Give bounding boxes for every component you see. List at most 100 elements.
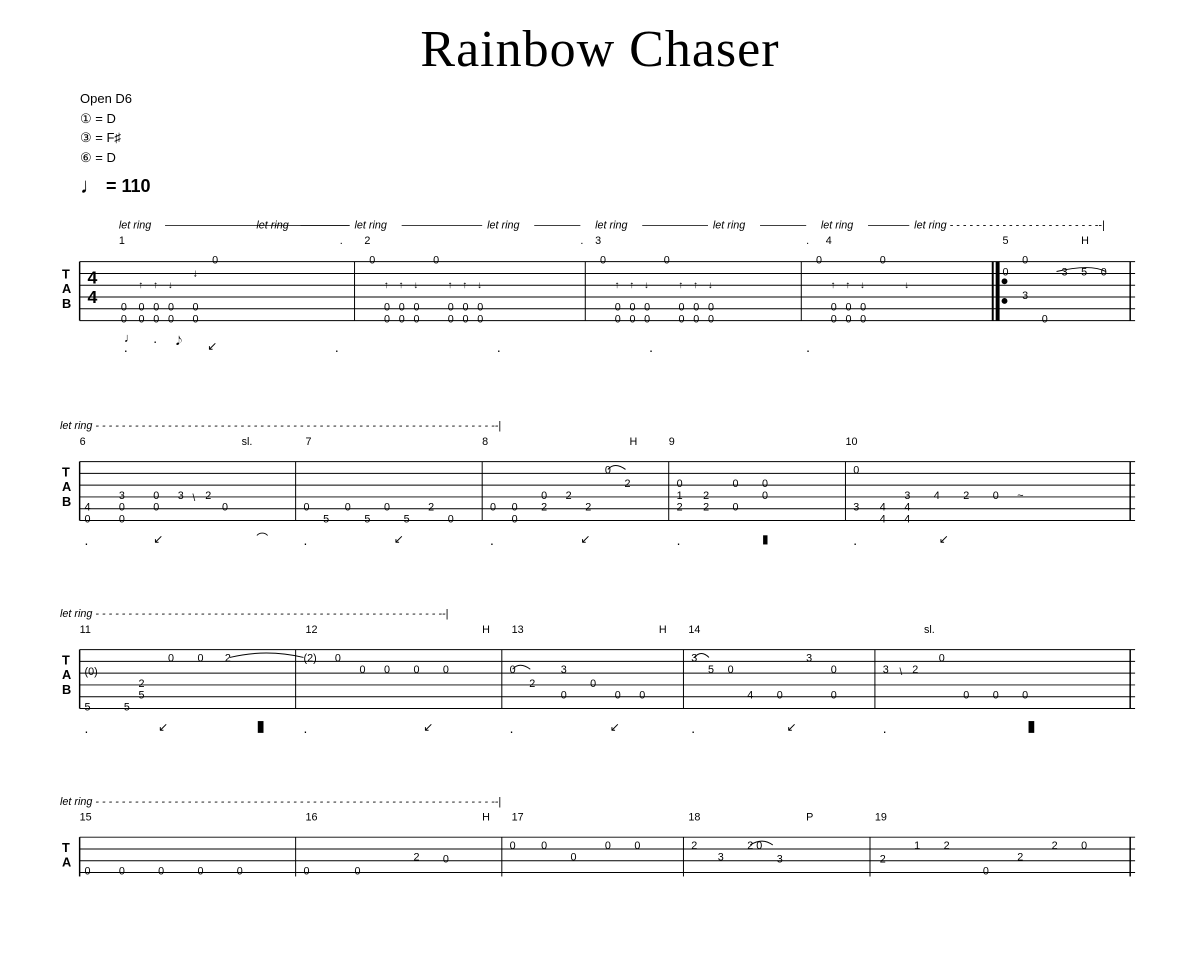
svg-text:12: 12 — [305, 624, 317, 636]
svg-text:0: 0 — [510, 664, 516, 676]
page: Rainbow Chaser Open D6 ① = D ③ = F♯ ⑥ = … — [0, 0, 1200, 955]
svg-text:0: 0 — [448, 314, 454, 326]
svg-text:.: . — [85, 721, 89, 736]
svg-text:0: 0 — [212, 255, 218, 267]
svg-text:0: 0 — [639, 690, 645, 702]
svg-text:0: 0 — [512, 502, 518, 514]
svg-text:↙: ↙ — [153, 533, 163, 546]
svg-text:↓: ↓ — [193, 267, 198, 279]
svg-text:3: 3 — [718, 852, 724, 864]
svg-text:3: 3 — [691, 652, 697, 664]
svg-text:0: 0 — [845, 302, 851, 314]
svg-text:↑: ↑ — [831, 280, 836, 291]
svg-text:0: 0 — [845, 314, 851, 326]
svg-text:0: 0 — [860, 302, 866, 314]
svg-text:0: 0 — [708, 302, 714, 314]
svg-text:0: 0 — [605, 464, 611, 476]
svg-text:T: T — [62, 840, 70, 855]
svg-text:\: \ — [899, 667, 902, 678]
svg-text:0: 0 — [728, 664, 734, 676]
svg-text:0: 0 — [153, 302, 159, 314]
svg-text:0: 0 — [153, 502, 159, 514]
tuning-info: Open D6 ① = D ③ = F♯ ⑥ = D — [80, 89, 1140, 167]
svg-text:0: 0 — [197, 652, 203, 664]
svg-text:.: . — [806, 340, 810, 355]
svg-text:0: 0 — [816, 255, 822, 267]
tab-system-4: let ring - - - - - - - - - - - - - - - -… — [60, 792, 1140, 907]
svg-text:A: A — [62, 281, 71, 296]
svg-text:0: 0 — [345, 502, 351, 514]
svg-text:0: 0 — [359, 664, 365, 676]
svg-text:4: 4 — [826, 235, 832, 247]
svg-text:0: 0 — [237, 865, 243, 877]
svg-text:↙: ↙ — [580, 533, 590, 546]
svg-text:0: 0 — [384, 302, 390, 314]
svg-text:17: 17 — [512, 811, 524, 823]
svg-text:2: 2 — [529, 678, 535, 690]
svg-text:↓: ↓ — [168, 280, 173, 291]
svg-text:0: 0 — [983, 865, 989, 877]
svg-text:2: 2 — [944, 840, 950, 852]
svg-text:0: 0 — [1022, 255, 1028, 267]
svg-text:⌒: ⌒ — [256, 533, 268, 546]
svg-text:0: 0 — [139, 302, 145, 314]
svg-text:0: 0 — [1101, 266, 1107, 278]
svg-text:𝅘𝅥𝅮: 𝅘𝅥𝅮 — [176, 335, 182, 348]
svg-text:sl.: sl. — [924, 624, 935, 636]
svg-text:0: 0 — [413, 664, 419, 676]
svg-text:0: 0 — [853, 464, 859, 476]
svg-text:0: 0 — [121, 314, 127, 326]
svg-text:2: 2 — [428, 502, 434, 514]
svg-text:T: T — [62, 266, 70, 281]
svg-text:3: 3 — [595, 235, 601, 247]
svg-text:▮: ▮ — [1027, 718, 1036, 735]
svg-text:0: 0 — [605, 840, 611, 852]
svg-text:B: B — [62, 682, 71, 697]
svg-text:4: 4 — [904, 502, 910, 514]
svg-text:let ring: let ring — [595, 219, 627, 231]
svg-text:let ring: let ring — [256, 219, 288, 231]
svg-text:↙: ↙ — [394, 533, 404, 546]
svg-text:0: 0 — [777, 690, 783, 702]
svg-text:2: 2 — [677, 502, 683, 514]
svg-text:4: 4 — [85, 502, 91, 514]
svg-text:0: 0 — [384, 664, 390, 676]
tuning-string1: ① = D — [80, 109, 1140, 129]
svg-text:0: 0 — [512, 513, 518, 525]
svg-text:.: . — [691, 721, 695, 736]
svg-text:let ring - - - - - - - - - - -: let ring - - - - - - - - - - - - - - - -… — [60, 420, 501, 432]
svg-text:A: A — [62, 667, 71, 682]
svg-text:↑: ↑ — [139, 280, 144, 291]
svg-text:H: H — [482, 624, 490, 636]
svg-text:0: 0 — [369, 255, 375, 267]
svg-text:2: 2 — [625, 478, 631, 490]
tuning-string3: ③ = F♯ — [80, 128, 1140, 148]
svg-text:(0): (0) — [85, 666, 98, 678]
svg-text:2 0: 2 0 — [747, 840, 762, 852]
svg-text:5: 5 — [139, 690, 145, 702]
svg-text:4: 4 — [87, 267, 97, 287]
svg-text:16: 16 — [305, 811, 317, 823]
svg-text:5: 5 — [708, 664, 714, 676]
svg-text:0: 0 — [85, 865, 91, 877]
svg-text:0: 0 — [222, 502, 228, 514]
svg-text:0: 0 — [477, 302, 483, 314]
svg-text:0: 0 — [993, 690, 999, 702]
svg-text:15: 15 — [80, 811, 92, 823]
svg-text:↓: ↓ — [477, 280, 482, 291]
svg-text:.: . — [335, 340, 339, 355]
svg-text:0: 0 — [831, 690, 837, 702]
svg-text:9: 9 — [669, 436, 675, 448]
svg-text:0: 0 — [168, 652, 174, 664]
svg-text:0: 0 — [463, 314, 469, 326]
svg-text:7: 7 — [305, 436, 311, 448]
svg-text:0: 0 — [119, 865, 125, 877]
svg-text:2: 2 — [1017, 852, 1023, 864]
svg-text:1: 1 — [914, 840, 920, 852]
svg-text:0: 0 — [193, 314, 199, 326]
svg-text:▮: ▮ — [256, 718, 265, 735]
svg-text:0: 0 — [693, 302, 699, 314]
svg-text:0: 0 — [490, 502, 496, 514]
svg-text:0: 0 — [762, 478, 768, 490]
svg-text:↓: ↓ — [860, 280, 865, 291]
